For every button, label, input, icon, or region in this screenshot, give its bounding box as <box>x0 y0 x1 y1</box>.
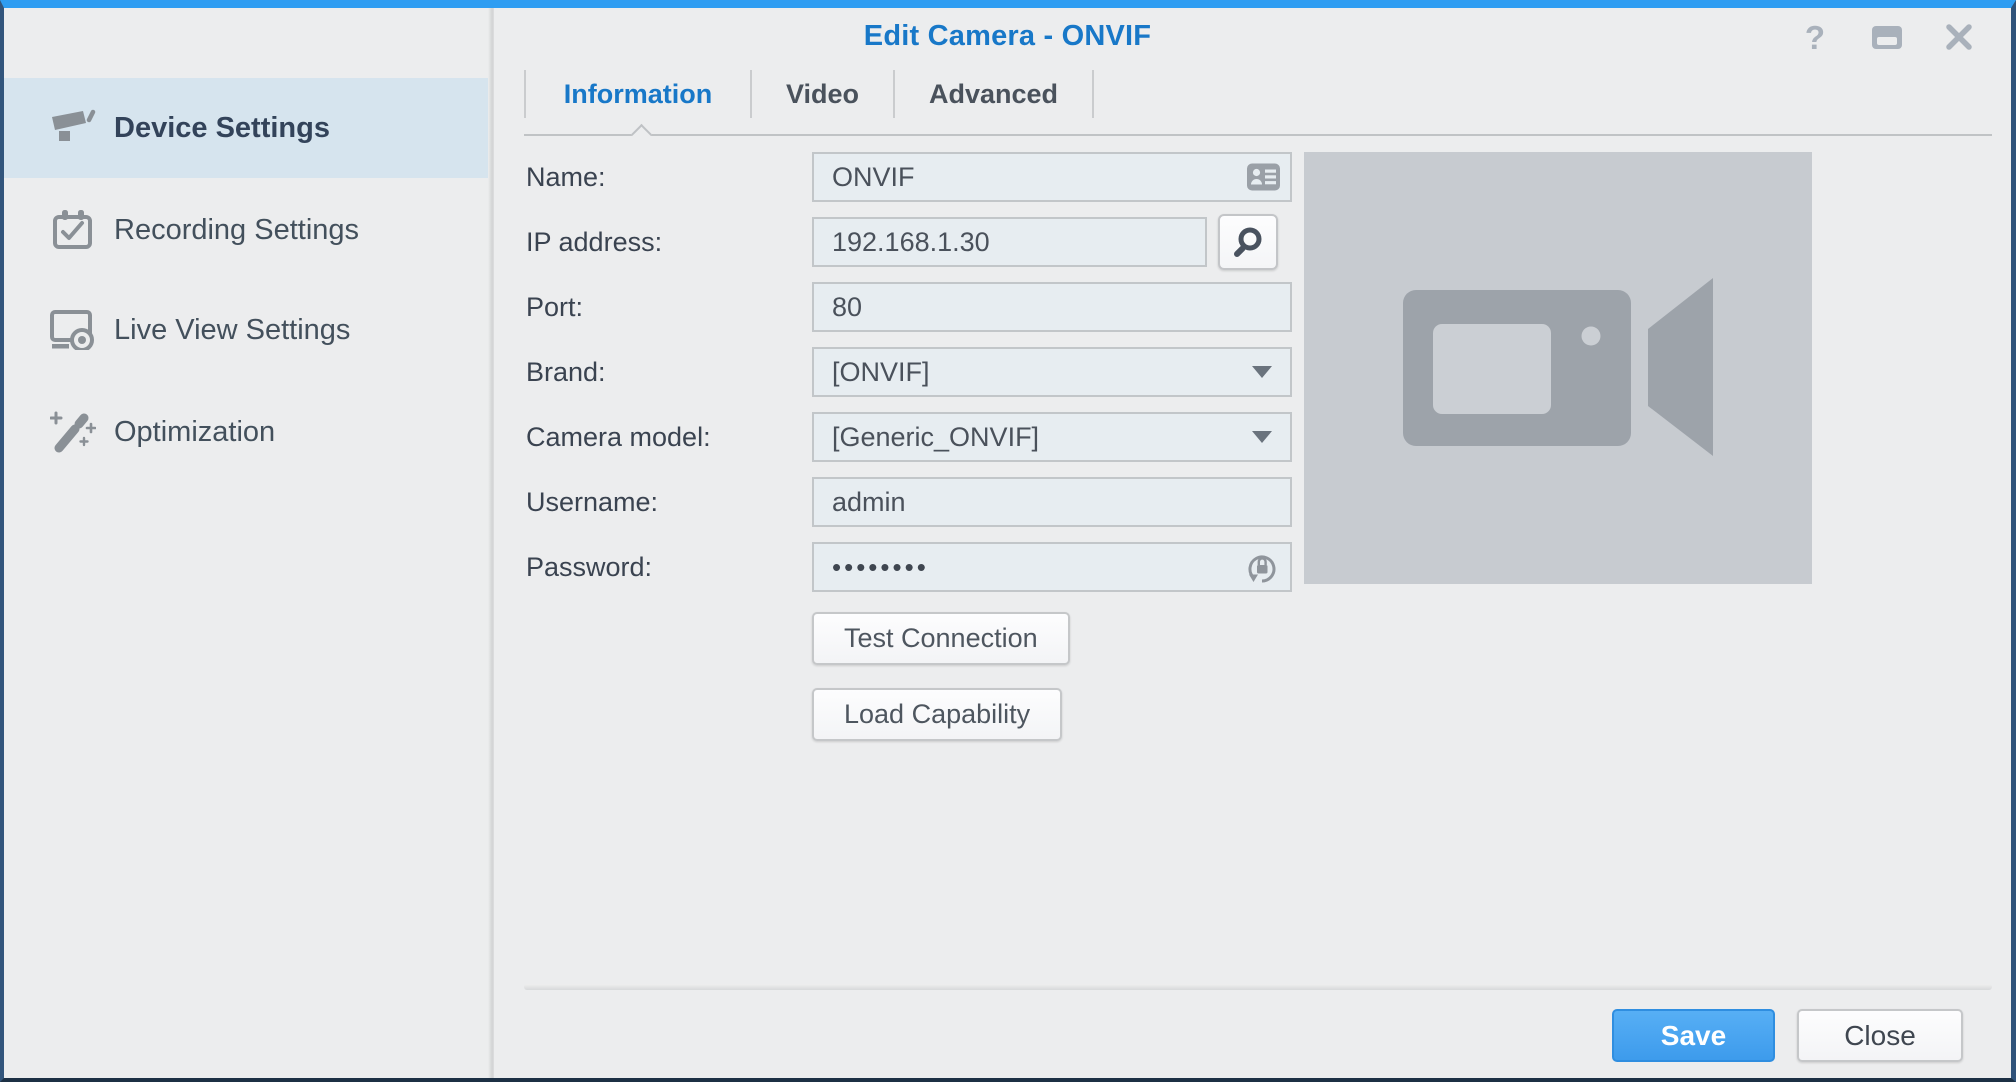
camera-model-dropdown[interactable]: [Generic_ONVIF] <box>812 412 1292 462</box>
form-row-password: Password: <box>526 542 1292 592</box>
form-row-ip: IP address: <box>526 217 1207 267</box>
load-capability-button[interactable]: Load Capability <box>812 688 1062 741</box>
window-controls: ? <box>1799 22 1975 52</box>
security-camera-icon <box>50 109 96 147</box>
tab-information[interactable]: Information <box>526 70 750 118</box>
camera-preview <box>1304 152 1812 584</box>
magic-wand-icon <box>50 411 96 453</box>
save-button[interactable]: Save <box>1612 1009 1775 1062</box>
sidebar-item-label: Optimization <box>114 416 275 449</box>
username-field <box>812 477 1292 527</box>
edit-camera-dialog: Edit Camera - ONVIF ? <box>0 0 2016 1082</box>
camera-model-label: Camera model: <box>526 422 812 453</box>
sidebar: Device Settings Recording Settings <box>4 8 488 1078</box>
calendar-check-icon <box>50 210 96 250</box>
sidebar-item-label: Live View Settings <box>114 314 350 347</box>
name-label: Name: <box>526 162 812 193</box>
sidebar-item-live-view-settings[interactable]: Live View Settings <box>4 280 488 380</box>
active-tab-notch <box>631 124 652 145</box>
password-field <box>812 542 1292 592</box>
form-row-name: Name: <box>526 152 1292 202</box>
sidebar-item-optimization[interactable]: Optimization <box>4 382 488 482</box>
contact-card-icon <box>1247 164 1280 191</box>
chevron-down-icon <box>1252 431 1272 443</box>
close-button[interactable] <box>1943 22 1975 52</box>
lock-refresh-icon <box>1244 549 1280 585</box>
restore-button[interactable] <box>1871 22 1903 52</box>
test-connection-button[interactable]: Test Connection <box>812 612 1070 665</box>
tab-advanced[interactable]: Advanced <box>895 70 1092 118</box>
sidebar-item-recording-settings[interactable]: Recording Settings <box>4 180 488 280</box>
sidebar-divider <box>488 8 494 1078</box>
camera-model-value: [Generic_ONVIF] <box>832 422 1039 453</box>
brand-label: Brand: <box>526 357 812 388</box>
name-field <box>812 152 1292 202</box>
password-input[interactable] <box>814 544 1290 590</box>
form-row-model: Camera model: [Generic_ONVIF] <box>526 412 1292 462</box>
brand-value: [ONVIF] <box>832 357 930 388</box>
chevron-down-icon <box>1252 366 1272 378</box>
search-ip-button[interactable] <box>1218 214 1278 270</box>
sidebar-item-label: Recording Settings <box>114 214 359 247</box>
port-input[interactable] <box>814 284 1290 330</box>
form-row-username: Username: <box>526 477 1292 527</box>
help-icon: ? <box>1805 21 1825 54</box>
port-label: Port: <box>526 292 812 323</box>
username-label: Username: <box>526 487 812 518</box>
brand-dropdown[interactable]: [ONVIF] <box>812 347 1292 397</box>
close-icon <box>1945 23 1973 51</box>
form-row-brand: Brand: [ONVIF] <box>526 347 1292 397</box>
password-label: Password: <box>526 552 812 583</box>
ip-field <box>812 217 1207 267</box>
form-row-port: Port: <box>526 282 1292 332</box>
tab-video[interactable]: Video <box>752 70 893 118</box>
video-camera-icon <box>1403 278 1713 458</box>
restore-icon <box>1872 26 1902 49</box>
port-field <box>812 282 1292 332</box>
help-button[interactable]: ? <box>1799 22 1831 52</box>
tab-underline <box>524 134 1992 136</box>
name-input[interactable] <box>814 154 1290 200</box>
close-dialog-button[interactable]: Close <box>1797 1009 1963 1062</box>
ip-label: IP address: <box>526 227 812 258</box>
sidebar-item-label: Device Settings <box>114 112 330 145</box>
sidebar-item-device-settings[interactable]: Device Settings <box>4 78 488 178</box>
ip-input[interactable] <box>814 219 1205 265</box>
username-input[interactable] <box>814 479 1290 525</box>
search-icon <box>1232 226 1264 258</box>
live-view-icon <box>50 310 96 350</box>
tab-bar: Information Video Advanced <box>524 70 1094 118</box>
footer-divider <box>524 984 1992 990</box>
